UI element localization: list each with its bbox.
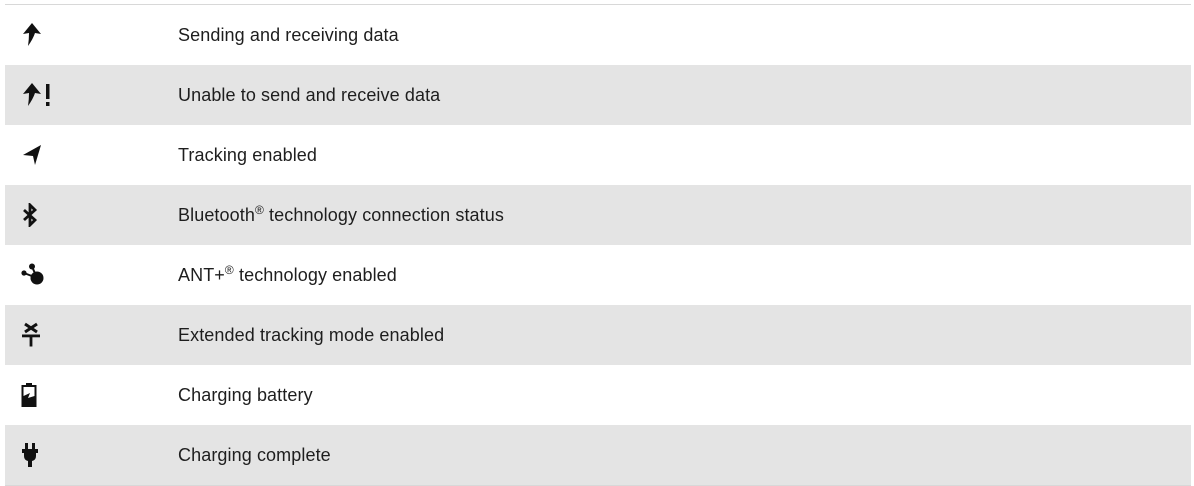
unable-send-receive-icon <box>23 83 50 106</box>
table-row: Sending and receiving data <box>5 5 1191 65</box>
sending-receiving-icon <box>23 23 41 46</box>
row-description: Unable to send and receive data <box>178 84 441 105</box>
row-description: Sending and receiving data <box>178 24 399 45</box>
ant-plus-icon <box>21 263 44 285</box>
charging-complete-icon <box>22 443 38 467</box>
table-row: Charging complete <box>5 425 1191 485</box>
tracking-icon <box>23 145 41 165</box>
row-description: Tracking enabled <box>178 144 318 165</box>
row-description: Charging battery <box>178 384 313 405</box>
table-row: Unable to send and receive data <box>5 65 1191 125</box>
status-icons-table: Sending and receiving data Unable to sen… <box>5 4 1191 486</box>
row-description: Charging complete <box>178 444 331 465</box>
row-description: Extended tracking mode enabled <box>178 324 445 345</box>
table-row: Tracking enabled <box>5 125 1191 185</box>
bluetooth-icon <box>23 203 38 227</box>
table-row: Charging battery <box>5 365 1191 425</box>
table-row: Extended tracking mode enabled <box>5 305 1191 365</box>
charging-battery-icon <box>21 383 37 407</box>
row-description: Bluetooth® technology connection status <box>178 202 504 225</box>
row-description: ANT+® technology enabled <box>178 262 397 285</box>
table-row: ANT+® technology enabled <box>5 245 1191 305</box>
extended-tracking-icon <box>22 322 40 347</box>
table-row: Bluetooth® technology connection status <box>5 185 1191 245</box>
